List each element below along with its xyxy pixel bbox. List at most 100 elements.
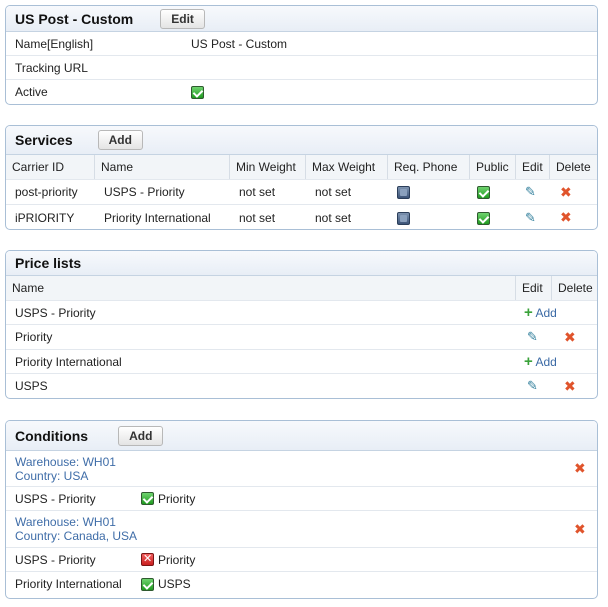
price-lists-panel-header: Price lists	[6, 251, 597, 276]
field-row-name: Name[English] US Post - Custom	[6, 32, 597, 56]
service-min-weight: not set	[239, 210, 276, 225]
condition-value: USPS	[158, 577, 191, 591]
plus-icon: +	[524, 304, 533, 321]
price-list-row: Priority International + Add	[6, 350, 597, 374]
service-public-cell	[470, 210, 516, 225]
condition-item-row: USPS - Priority Priority	[6, 548, 597, 572]
condition-location: Warehouse: WH01 Country: Canada, USA	[6, 515, 566, 543]
pencil-icon[interactable]: ✎	[525, 210, 536, 225]
price-lists-panel: Price lists Name Edit Delete USPS - Prio…	[5, 250, 598, 399]
condition-value: Priority	[158, 552, 196, 567]
add-condition-button[interactable]: Add	[118, 425, 164, 446]
condition-location: Warehouse: WH01 Country: USA	[6, 455, 566, 483]
service-edit-cell: ✎	[516, 184, 550, 200]
price-list-delete-cell: ✖	[552, 329, 597, 346]
delete-x-icon[interactable]: ✖	[560, 209, 572, 225]
pencil-icon[interactable]: ✎	[527, 378, 538, 393]
price-list-name: USPS - Priority	[15, 305, 96, 320]
col-public: Public	[470, 155, 516, 179]
field-label-active: Active	[15, 85, 48, 99]
active-checkbox-icon[interactable]	[191, 85, 204, 99]
service-delete-cell: ✖	[550, 209, 597, 226]
price-list-edit-cell: ✎	[516, 329, 552, 345]
condition-service: USPS - Priority	[15, 552, 96, 567]
delete-x-icon[interactable]: ✖	[574, 521, 586, 538]
service-min-weight: not set	[239, 185, 276, 199]
field-row-active: Active	[6, 80, 597, 104]
price-lists-header-row: Name Edit Delete	[6, 276, 597, 301]
price-lists-title: Price lists	[15, 255, 82, 271]
condition-value: Priority	[158, 491, 196, 506]
service-carrier-id: post-priority	[15, 185, 78, 199]
col-delete: Delete	[550, 155, 597, 179]
conditions-panel: Conditions Add Warehouse: WH01 Country: …	[5, 420, 598, 599]
col-edit: Edit	[516, 155, 550, 179]
warehouse-label: Warehouse: WH01	[15, 515, 116, 529]
plus-icon: +	[524, 353, 533, 370]
service-name: USPS - Priority	[104, 185, 185, 199]
edit-carrier-button[interactable]: Edit	[160, 8, 205, 29]
field-label-name: Name[English]	[15, 36, 94, 51]
delete-x-icon[interactable]: ✖	[574, 460, 586, 477]
excluded-icon	[141, 552, 154, 566]
col-name: Name	[6, 276, 516, 300]
carrier-panel: US Post - Custom Edit Name[English] US P…	[5, 5, 598, 105]
service-name: Priority International	[104, 210, 211, 225]
pencil-icon[interactable]: ✎	[525, 184, 536, 199]
price-list-add-action[interactable]: + Add	[516, 304, 557, 321]
col-max-weight: Max Weight	[306, 155, 388, 179]
public-checkbox-icon[interactable]	[477, 186, 490, 200]
field-value-name: US Post - Custom	[191, 36, 288, 51]
price-list-edit-cell: ✎	[516, 378, 552, 394]
service-req-phone-cell	[388, 210, 470, 225]
services-title: Services	[15, 132, 73, 148]
service-edit-cell: ✎	[516, 210, 550, 226]
price-list-row: Priority ✎ ✖	[6, 325, 597, 350]
condition-service: USPS - Priority	[15, 491, 96, 506]
checked-icon	[141, 492, 154, 505]
price-list-name: Priority International	[15, 354, 122, 369]
service-public-cell	[470, 185, 516, 200]
services-panel: Services Add Carrier ID Name Min Weight …	[5, 125, 598, 230]
condition-item-row: USPS - Priority Priority	[6, 487, 597, 511]
condition-service: Priority International	[15, 577, 122, 591]
conditions-panel-header: Conditions Add	[6, 421, 597, 451]
service-row: iPRIORITY Priority International not set…	[6, 205, 597, 229]
req-phone-checkbox-icon[interactable]	[397, 211, 410, 225]
price-list-name: Priority	[15, 330, 53, 344]
col-req-phone: Req. Phone	[388, 155, 470, 179]
delete-x-icon[interactable]: ✖	[564, 378, 576, 394]
conditions-title: Conditions	[15, 427, 89, 444]
field-row-tracking-url: Tracking URL	[6, 56, 597, 80]
col-name: Name	[95, 155, 230, 179]
field-label-tracking-url: Tracking URL	[15, 60, 88, 75]
price-list-name: USPS	[15, 379, 48, 393]
service-row: post-priority USPS - Priority not set no…	[6, 180, 597, 205]
add-price-list-link[interactable]: Add	[535, 306, 556, 320]
price-list-add-action[interactable]: + Add	[516, 353, 557, 370]
pencil-icon[interactable]: ✎	[527, 329, 538, 344]
price-list-row: USPS - Priority + Add	[6, 301, 597, 325]
col-delete: Delete	[552, 276, 597, 300]
condition-location-row: Warehouse: WH01 Country: Canada, USA ✖	[6, 511, 597, 548]
req-phone-checkbox-icon[interactable]	[397, 186, 410, 200]
carrier-title: US Post - Custom	[15, 10, 134, 27]
col-edit: Edit	[516, 276, 552, 300]
warehouse-label: Warehouse: WH01	[15, 454, 116, 469]
country-label: Country: Canada, USA	[15, 529, 138, 543]
condition-item-row: Priority International USPS	[6, 572, 597, 596]
public-checkbox-icon[interactable]	[477, 211, 490, 225]
col-carrier-id: Carrier ID	[6, 155, 95, 179]
service-carrier-id: iPRIORITY	[15, 210, 75, 225]
delete-x-icon[interactable]: ✖	[560, 184, 572, 200]
carrier-panel-header: US Post - Custom Edit	[6, 6, 597, 32]
add-service-button[interactable]: Add	[97, 130, 143, 150]
service-delete-cell: ✖	[550, 184, 597, 201]
delete-x-icon[interactable]: ✖	[564, 329, 576, 345]
price-list-delete-cell: ✖	[552, 378, 597, 395]
add-price-list-link[interactable]: Add	[535, 355, 556, 369]
checked-icon	[141, 577, 154, 591]
condition-location-row: Warehouse: WH01 Country: USA ✖	[6, 451, 597, 487]
services-panel-header: Services Add	[6, 126, 597, 155]
services-header-row: Carrier ID Name Min Weight Max Weight Re…	[6, 155, 597, 180]
